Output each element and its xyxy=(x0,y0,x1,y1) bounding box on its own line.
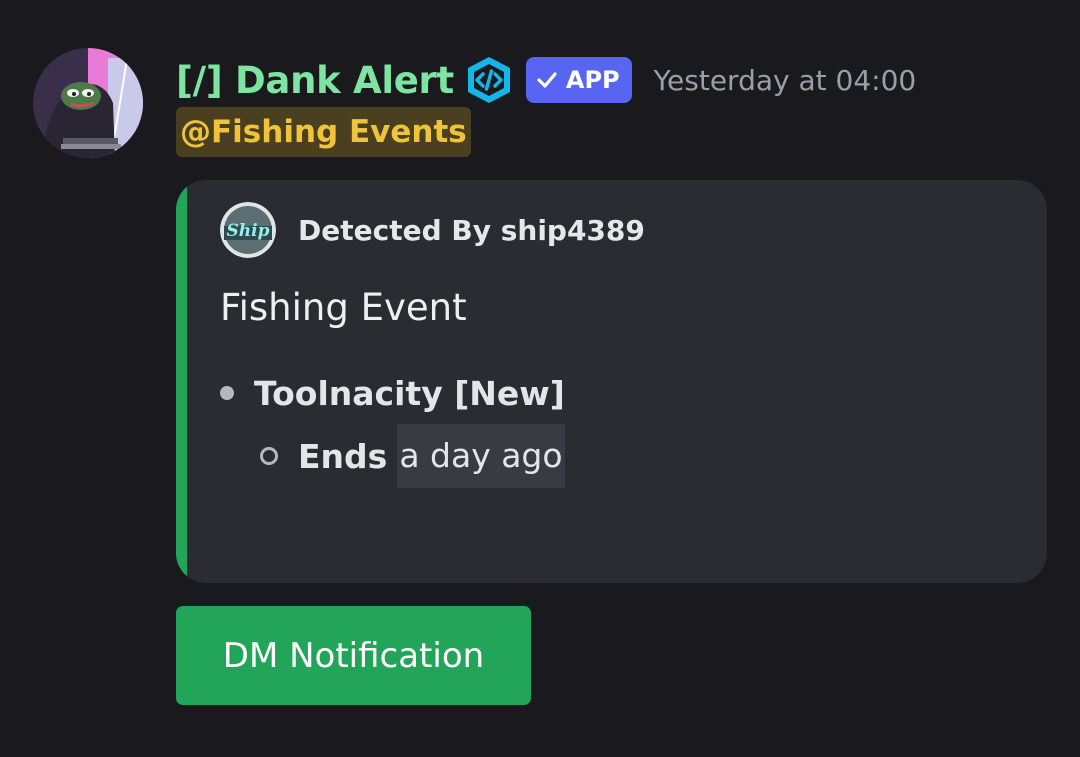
role-mention[interactable]: @Fishing Events xyxy=(176,107,471,157)
list-item: Ends a day ago xyxy=(260,424,565,488)
ship-logo-icon: Ship xyxy=(220,202,276,258)
app-badge-label: APP xyxy=(565,66,620,94)
bullet-disc-icon xyxy=(220,386,234,400)
checkmark-icon xyxy=(537,72,557,88)
event-name: Toolnacity [New] xyxy=(254,373,565,413)
app-badge: APP xyxy=(525,57,632,103)
embed-author: Ship Detected By ship4389 xyxy=(220,202,645,258)
avatar[interactable] xyxy=(33,48,143,158)
relative-timestamp[interactable]: a day ago xyxy=(397,424,565,488)
ends-label: Ends xyxy=(298,436,388,476)
message-embed: Ship Detected By ship4389 Fishing Event … xyxy=(176,180,1047,583)
embed-author-name: Detected By ship4389 xyxy=(298,213,645,247)
embed-accent-bar xyxy=(176,180,187,583)
code-badge-icon xyxy=(464,55,514,105)
message-header: [/] Dank Alert APP Yesterday at 04:00 xyxy=(176,52,916,108)
chat-message: [/] Dank Alert APP Yesterday at 04:00 @F… xyxy=(0,0,1080,757)
list-item: Toolnacity [New] xyxy=(220,370,565,416)
embed-title: Fishing Event xyxy=(220,286,467,329)
dm-notification-button[interactable]: DM Notification xyxy=(176,606,531,705)
pepe-avatar-icon xyxy=(33,48,143,158)
bullet-circle-icon xyxy=(260,447,278,465)
author-username[interactable]: [/] Dank Alert xyxy=(176,59,454,102)
message-timestamp[interactable]: Yesterday at 04:00 xyxy=(654,64,917,97)
ship-logo-text: Ship xyxy=(227,221,270,241)
